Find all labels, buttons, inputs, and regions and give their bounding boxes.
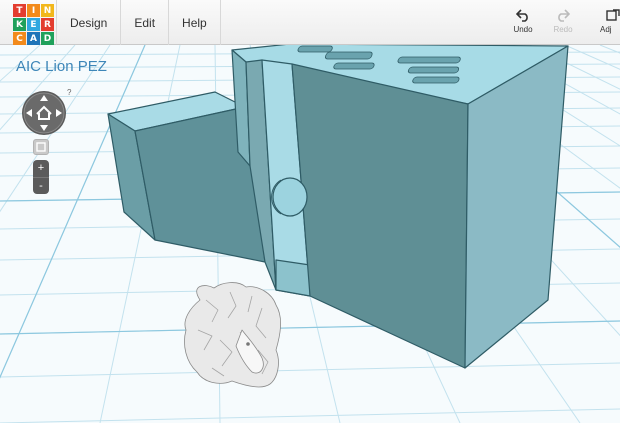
menu-design[interactable]: Design [56,0,120,45]
redo-label: Redo [553,25,573,34]
thumb-hole [272,177,308,217]
undo-icon [516,9,528,22]
nav-help-glyph[interactable]: ? [67,88,71,97]
logo-letter: N [41,4,54,17]
logo-letter: D [41,32,54,45]
main-menu: Design Edit Help [56,0,221,45]
project-title[interactable]: AIC Lion PEZ [16,58,107,75]
slot-floor [275,259,311,297]
view-orbit-control[interactable] [21,90,67,136]
zoom-in-button[interactable]: + [33,160,49,177]
redo-icon [558,9,570,22]
lion-head-model[interactable] [184,282,281,388]
undo-button[interactable]: Undo [503,9,543,34]
adjust-button[interactable]: Adj [600,9,620,34]
menu-edit[interactable]: Edit [120,0,168,45]
logo-letter: I [27,4,40,17]
logo-letter: T [13,4,26,17]
fit-view-icon [36,142,46,152]
zoom-control: + - [33,160,49,194]
logo-letter: E [27,18,40,31]
adjust-label: Adj [600,25,612,34]
logo-letter: K [13,18,26,31]
tinkercad-logo[interactable]: T I N K E R C A D [13,4,54,45]
logo-letter: A [27,32,40,45]
zoom-out-button[interactable]: - [33,178,49,195]
undo-label: Undo [513,25,533,34]
lion-eye [246,342,250,346]
logo-letter: C [13,32,26,45]
redo-button[interactable]: Redo [543,9,583,34]
fit-view-button[interactable] [33,139,49,155]
menu-help[interactable]: Help [168,0,221,45]
adjust-icon [606,9,620,21]
workplane[interactable] [0,45,620,423]
logo-letter: R [41,18,54,31]
top-toolbar: T I N K E R C A D Design Edit Help Undo … [0,0,620,45]
orbit-arrows-icon [22,91,66,135]
